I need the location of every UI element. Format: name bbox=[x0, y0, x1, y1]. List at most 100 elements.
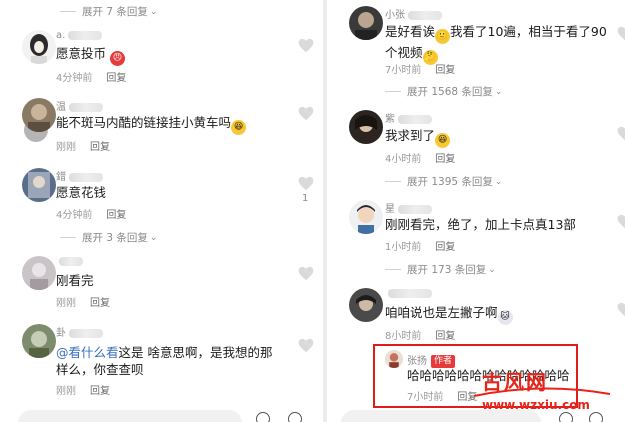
username[interactable] bbox=[385, 288, 432, 299]
comment-text: 咱咱说也是左撇子啊 🐱 bbox=[385, 304, 513, 325]
username[interactable]: 小张 bbox=[385, 6, 442, 21]
username[interactable]: 紫 bbox=[385, 110, 432, 125]
expand-line bbox=[385, 91, 401, 92]
username[interactable]: 錯 bbox=[56, 168, 103, 183]
expand-label: 展开 7 条回复 bbox=[82, 6, 148, 18]
comment-time: 刚刚 bbox=[56, 386, 76, 397]
chevron-down-icon: ⌄ bbox=[494, 86, 503, 97]
comment-time: 1小时前 bbox=[385, 242, 422, 253]
comment-text-content: 能不斑马内酷的链接挂小黄车吗 bbox=[56, 115, 232, 130]
comment-time: 7小时前 bbox=[385, 65, 422, 76]
expand-replies-link[interactable]: 展开 3 条回复 ⌄ bbox=[60, 230, 157, 245]
username[interactable]: 卦 bbox=[56, 324, 103, 339]
heart-icon[interactable] bbox=[617, 214, 625, 229]
angry-emoji: 😠 bbox=[110, 51, 125, 66]
expand-replies-link[interactable]: 展开 1568 条回复 ⌄ bbox=[385, 84, 502, 99]
reply-button[interactable]: 回复 bbox=[106, 73, 126, 84]
chevron-down-icon: ⌄ bbox=[494, 176, 503, 187]
expand-line bbox=[60, 237, 76, 238]
reply-button[interactable]: 回复 bbox=[435, 242, 455, 253]
chevron-down-icon: ⌄ bbox=[149, 232, 158, 243]
heart-icon[interactable] bbox=[298, 338, 314, 353]
blurred-username bbox=[69, 172, 103, 182]
expand-line bbox=[385, 269, 401, 270]
grin-emoji: 😆 bbox=[435, 133, 451, 148]
expand-replies-link[interactable]: 展开 7 条回复 ⌄ bbox=[60, 4, 157, 19]
heart-icon[interactable] bbox=[298, 266, 314, 281]
watermark: 古风网 www.wzxiu.com bbox=[472, 366, 622, 420]
comment-text-content: 我求到了 bbox=[385, 128, 436, 143]
comment-time: 4分钟前 bbox=[56, 73, 93, 84]
heart-icon[interactable] bbox=[298, 38, 314, 53]
expand-line bbox=[60, 11, 76, 12]
comment-time: 刚刚 bbox=[56, 142, 76, 153]
comment-item: a. 愿意投币 😠 4分钟前 回复 bbox=[22, 30, 322, 90]
expand-line bbox=[385, 181, 401, 182]
heart-icon[interactable] bbox=[298, 176, 314, 191]
avatar[interactable] bbox=[22, 324, 56, 358]
avatar[interactable] bbox=[22, 256, 56, 290]
comment-meta: 4分钟前 回复 bbox=[56, 69, 126, 84]
reply-button[interactable]: 回复 bbox=[106, 210, 126, 221]
emoji-icon[interactable] bbox=[288, 412, 302, 422]
comment-text: 刚看完 bbox=[56, 273, 94, 288]
comment-meta: 刚刚 回复 bbox=[56, 382, 110, 397]
comment-item: 紫 我求到了 😆 4小时前 回复 bbox=[349, 110, 625, 170]
comment-text-content: 是好看诶 bbox=[385, 24, 436, 39]
heart-icon[interactable] bbox=[617, 126, 625, 141]
comment-meta: 刚刚 回复 bbox=[56, 138, 110, 153]
chevron-down-icon: ⌄ bbox=[149, 6, 158, 17]
heart-icon[interactable] bbox=[617, 302, 625, 317]
blurred-username bbox=[398, 114, 432, 124]
comment-item: 咱咱说也是左撇子啊 🐱 8小时前 回复 bbox=[349, 288, 625, 348]
username[interactable]: a. bbox=[56, 30, 103, 41]
reply-button[interactable]: 回复 bbox=[90, 386, 110, 397]
mention-link[interactable]: @看什么看 bbox=[56, 345, 119, 360]
left-comment-panel: 展开 7 条回复 ⌄ a. 愿意投币 😠 4分钟前回复 ‹ 温 能不斑马内酷的链… bbox=[0, 0, 323, 422]
reply-button[interactable]: 回复 bbox=[435, 65, 455, 76]
watermark-url: www.wzxiu.com bbox=[482, 398, 590, 412]
blurred-username bbox=[68, 30, 103, 40]
expand-replies-link[interactable]: 展开 173 条回复 ⌄ bbox=[385, 262, 496, 277]
heart-icon[interactable] bbox=[617, 26, 625, 41]
at-icon[interactable] bbox=[256, 412, 270, 422]
like-count: 1 bbox=[302, 193, 309, 204]
comment-input[interactable] bbox=[18, 410, 242, 422]
username-text: 星 bbox=[385, 204, 395, 215]
username[interactable]: 温 bbox=[56, 98, 103, 113]
chevron-down-icon: ⌄ bbox=[488, 264, 496, 275]
comment-text: 能不斑马内酷的链接挂小黄车吗 😆 bbox=[56, 114, 247, 135]
blurred-username bbox=[69, 102, 103, 112]
comment-item: 刚看完 刚刚 回复 bbox=[22, 256, 322, 316]
username[interactable] bbox=[56, 256, 83, 267]
comment-text-content: 愿意投币 bbox=[56, 46, 107, 61]
comment-time: 刚刚 bbox=[56, 298, 76, 309]
avatar[interactable] bbox=[349, 6, 383, 40]
expand-label: 展开 1395 条回复 bbox=[407, 176, 493, 188]
reply-button[interactable]: 回复 bbox=[90, 298, 110, 309]
avatar[interactable] bbox=[349, 288, 383, 322]
reply-button[interactable]: 回复 bbox=[90, 142, 110, 153]
username[interactable]: 星 bbox=[385, 200, 432, 215]
avatar[interactable] bbox=[22, 168, 56, 202]
cat-emoji: 🐱 bbox=[497, 310, 513, 325]
avatar[interactable] bbox=[22, 98, 56, 132]
comment-meta: 7小时前 回复 bbox=[385, 61, 455, 76]
expand-replies-link[interactable]: 展开 1395 条回复 ⌄ bbox=[385, 174, 502, 189]
avatar[interactable] bbox=[22, 30, 56, 64]
comment-item: 星 刚刚看完，绝了，加上卡点真13部 1小时前 回复 bbox=[349, 200, 625, 260]
watermark-title: 古风网 bbox=[482, 370, 548, 394]
heart-icon[interactable] bbox=[298, 106, 314, 121]
reply-button[interactable]: 回复 bbox=[435, 331, 455, 342]
comment-text-content: 咱咱说也是左撇子啊 bbox=[385, 305, 498, 320]
avatar[interactable] bbox=[349, 200, 383, 234]
comment-meta: 1小时前 回复 bbox=[385, 238, 455, 253]
comment-item: 小张 是好看诶 🙂 我看了10遍，相当于看了90个视频 🤔 7小时前 回复 bbox=[349, 6, 625, 76]
reply-button[interactable]: 回复 bbox=[435, 154, 455, 165]
comment-text: 我求到了 😆 bbox=[385, 127, 451, 148]
blurred-username bbox=[59, 256, 83, 266]
comment-item: 温 能不斑马内酷的链接挂小黄车吗 😆 刚刚 回复 bbox=[22, 98, 322, 158]
comment-text: 愿意投币 😠 bbox=[56, 45, 125, 66]
comment-item: 卦 @看什么看这是 啥意思啊，是我想的那样么，你查查呗 刚刚 回复 bbox=[22, 324, 322, 397]
avatar[interactable] bbox=[349, 110, 383, 144]
